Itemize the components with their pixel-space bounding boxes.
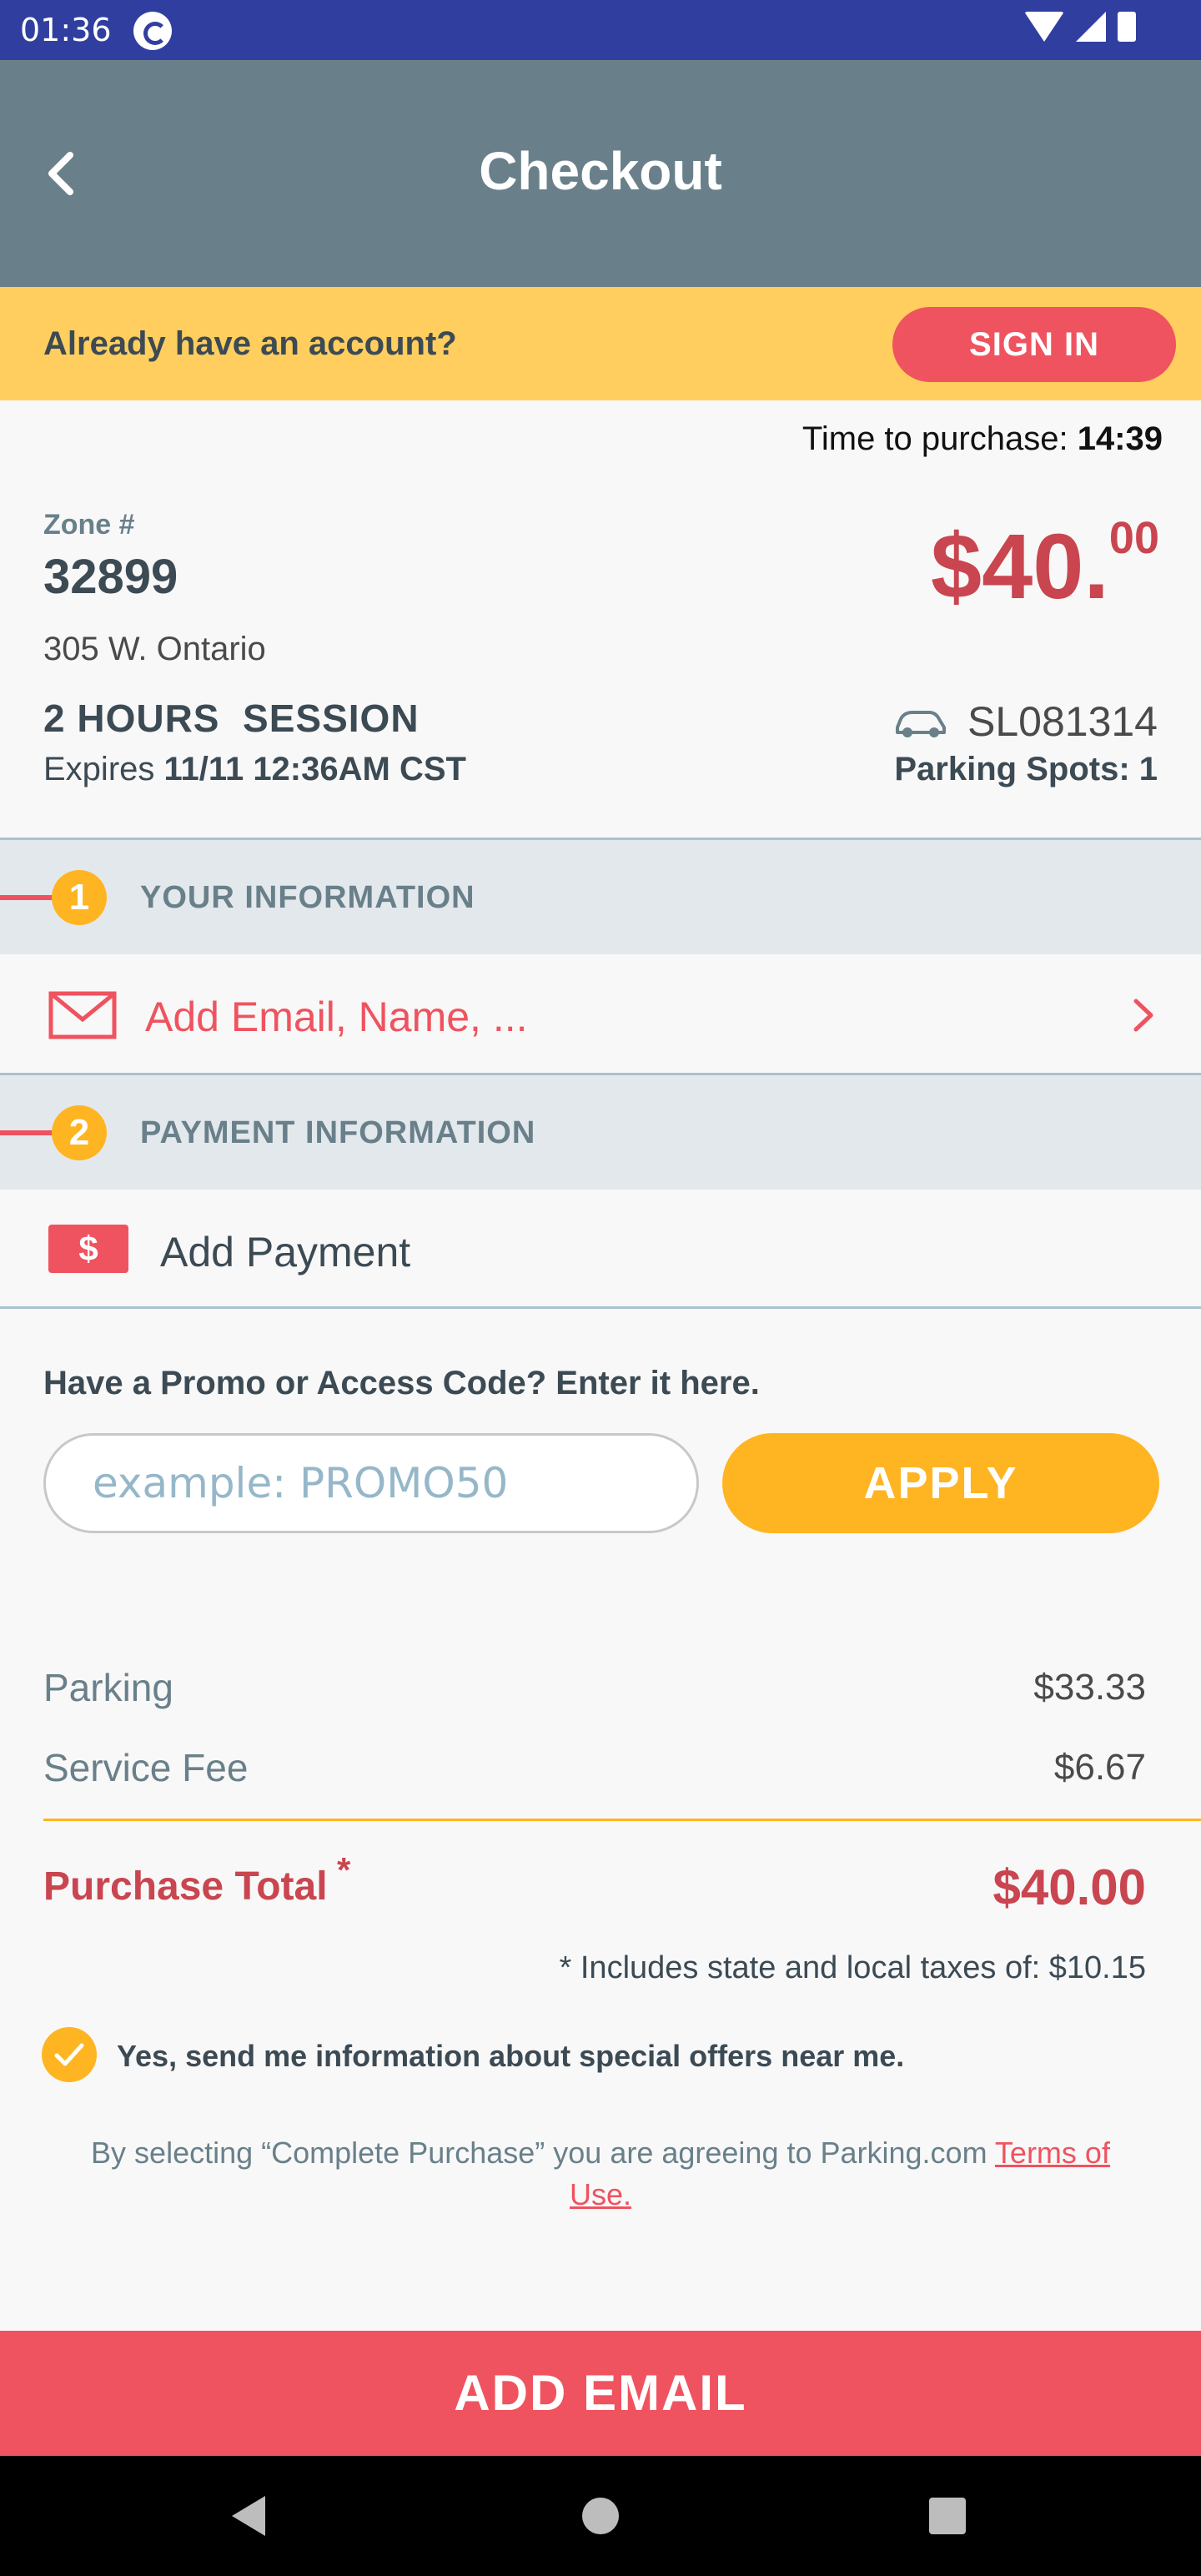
account-banner: Already have an account? SIGN IN — [0, 287, 1201, 400]
section-indicator-line — [0, 895, 55, 900]
zone-label: Zone # — [43, 509, 135, 541]
status-time: 01:36 — [20, 12, 112, 48]
section-payment-information: 2 PAYMENT INFORMATION — [0, 1073, 1201, 1190]
signal-icon — [1076, 12, 1106, 42]
purchase-total-label: Purchase Total — [43, 1864, 328, 1909]
section-title: PAYMENT INFORMATION — [140, 1115, 536, 1150]
summary-label-service-fee: Service Fee — [43, 1746, 249, 1789]
session-duration: 2 HOURS SESSION — [43, 697, 420, 740]
legal-notice: By selecting “Complete Purchase” you are… — [75, 2132, 1126, 2216]
price-cents: 00 — [1108, 513, 1159, 563]
step-number-badge: 2 — [52, 1105, 107, 1160]
promo-code-input[interactable] — [43, 1433, 699, 1533]
section-indicator-line — [0, 1130, 55, 1135]
divider — [0, 1306, 1201, 1309]
summary-divider — [43, 1819, 1201, 1821]
mail-icon — [48, 991, 117, 1039]
promo-label: Have a Promo or Access Code? Enter it he… — [43, 1365, 760, 1401]
timer-value: 14:39 — [1077, 420, 1163, 457]
status-icons — [1024, 12, 1136, 42]
section-your-information: 1 YOUR INFORMATION — [0, 838, 1201, 954]
apply-button[interactable]: APPLY — [722, 1433, 1159, 1533]
check-icon — [54, 2043, 84, 2066]
battery-icon — [1118, 12, 1136, 42]
offers-label: Yes, send me information about special o… — [117, 2039, 905, 2073]
car-icon — [896, 711, 946, 737]
page-title: Checkout — [479, 141, 722, 201]
expires-value: 11/11 12:36AM CST — [163, 751, 466, 787]
add-information-row[interactable]: Add Email, Name, ... — [0, 954, 1201, 1074]
expires-label: Expires — [43, 751, 155, 787]
legal-text: By selecting “Complete Purchase” you are… — [91, 2136, 995, 2170]
offers-checkbox[interactable] — [42, 2027, 97, 2082]
zone-address: 305 W. Ontario — [43, 631, 266, 667]
nav-recents-icon[interactable] — [929, 2498, 966, 2534]
summary-label-parking: Parking — [43, 1666, 173, 1709]
sync-icon — [133, 12, 172, 50]
step-number-badge: 1 — [52, 870, 107, 925]
price-main: $40. — [930, 516, 1109, 618]
parking-spots: Parking Spots: 1 — [894, 751, 1158, 787]
nav-back-icon[interactable] — [232, 2496, 265, 2536]
purchase-timer: Time to purchase: 14:39 — [802, 420, 1163, 458]
add-payment-label: Add Payment — [160, 1229, 411, 1275]
wifi-icon — [1024, 12, 1064, 42]
dollar-icon: $ — [48, 1225, 128, 1273]
add-payment-row[interactable]: $ Add Payment — [0, 1190, 1201, 1306]
status-bar: 01:36 — [0, 0, 1201, 60]
summary-value-parking: $33.33 — [1033, 1667, 1146, 1708]
chevron-right-icon — [1133, 999, 1153, 1032]
add-information-label: Add Email, Name, ... — [145, 994, 528, 1040]
system-nav-bar — [0, 2456, 1201, 2576]
app-bar: Checkout — [0, 60, 1201, 287]
zone-number: 32899 — [43, 550, 178, 604]
summary-value-service-fee: $6.67 — [1053, 1747, 1146, 1788]
timer-label: Time to purchase: — [802, 420, 1068, 457]
taxes-note: * Includes state and local taxes of: $10… — [559, 1950, 1146, 1985]
expiration: Expires 11/11 12:36AM CST — [43, 751, 466, 788]
nav-home-icon[interactable] — [582, 2498, 619, 2534]
account-prompt: Already have an account? — [43, 325, 457, 362]
sign-in-button[interactable]: SIGN IN — [892, 307, 1176, 382]
license-plate: SL081314 — [967, 698, 1158, 745]
purchase-total-asterisk: * — [337, 1850, 351, 1889]
purchase-total-value: $40.00 — [992, 1859, 1146, 1915]
section-title: YOUR INFORMATION — [140, 880, 475, 915]
add-email-button[interactable]: ADD EMAIL — [0, 2331, 1201, 2456]
